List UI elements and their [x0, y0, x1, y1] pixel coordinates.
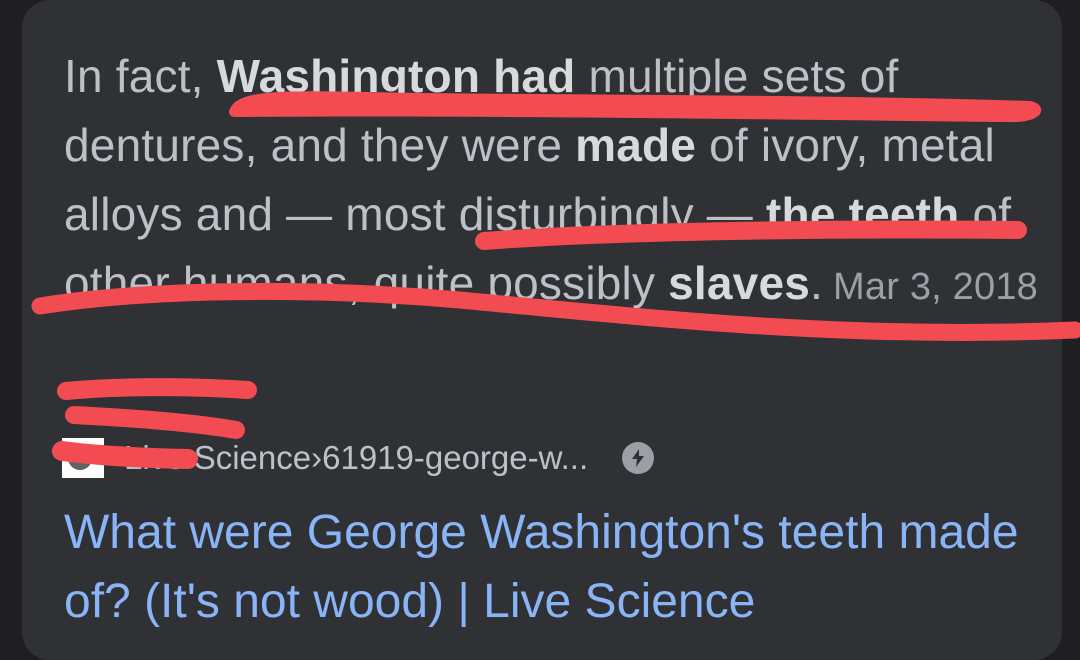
source-site-name: Live Science — [124, 439, 312, 476]
featured-snippet-text: In fact, Washington had multiple sets of… — [64, 42, 1044, 322]
source-url-path: 61919-george-w... — [322, 439, 589, 476]
live-science-favicon-icon — [62, 438, 104, 478]
snippet-date: Mar 3, 2018 — [833, 266, 1039, 308]
snippet-bold-text: Washington had — [216, 50, 576, 102]
snippet-bold-text: made — [575, 119, 697, 171]
snippet-text: In fact, — [64, 50, 217, 102]
snippet-bold-text: the teeth — [766, 188, 960, 240]
snippet-text: . — [810, 257, 824, 309]
lightning-bolt-icon — [622, 442, 655, 474]
snippet-bold-text: slaves — [668, 257, 811, 309]
result-source-row[interactable]: Live Science › 61919-george-w... — [62, 432, 655, 484]
result-title-link[interactable]: What were George Washington's teeth made… — [64, 498, 1024, 636]
breadcrumb-separator: › — [311, 439, 323, 476]
